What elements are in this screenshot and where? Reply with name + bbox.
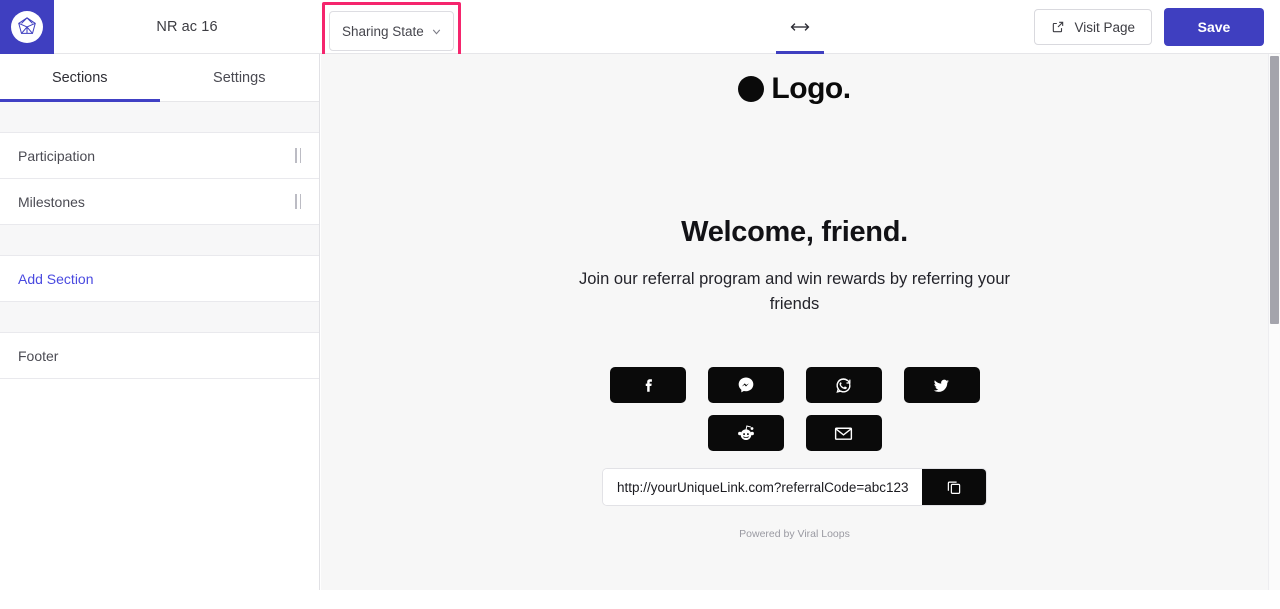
sidebar-spacer-mid [0,225,319,256]
sidebar-item-footer[interactable]: Footer [0,333,319,379]
black-circle-logo-mark-icon [738,76,765,102]
sidebar: Sections Settings Participation Mileston… [0,54,320,609]
powered-by-label: Powered by Viral Loops [739,528,850,540]
share-whatsapp-button[interactable] [805,367,882,403]
reddit-icon [737,425,754,440]
page-preview-canvas: Logo. Welcome, friend. Join our referral… [321,54,1268,590]
share-buttons-group [321,367,1268,451]
envelope-icon [834,427,853,440]
sidebar-empty-area [0,379,319,609]
sharing-state-annotation-box: Sharing State [322,2,461,60]
external-link-icon [1053,21,1064,33]
referral-link-row [321,468,1268,506]
whatsapp-icon [836,377,851,393]
sidebar-tabs: Sections Settings [0,54,319,102]
tab-sections[interactable]: Sections [0,54,160,102]
drag-handle-icon[interactable] [295,148,301,163]
referral-link-input[interactable] [603,469,922,505]
share-buttons-row-2 [321,415,1268,451]
preview-logo-text: Logo. [771,72,851,105]
sharing-state-select[interactable]: Sharing State [329,11,454,51]
share-messenger-button[interactable] [707,367,784,403]
responsive-width-toggle[interactable] [776,0,824,54]
chevron-down-icon [430,25,443,38]
top-toolbar: NR ac 16 Sharing State Visit Page Save [0,0,1280,60]
tab-sections-label: Sections [51,69,108,86]
canvas-scrollbar-thumb[interactable] [1270,56,1279,324]
sharing-state-label: Sharing State [342,23,424,39]
sidebar-item-milestones[interactable]: Milestones [0,179,319,225]
visit-page-button[interactable]: Visit Page [1034,9,1152,45]
messenger-icon [738,377,753,393]
toolbar-actions: Visit Page Save [1034,0,1264,54]
add-section-button[interactable]: Add Section [0,256,319,302]
horizontal-resize-arrows-icon [790,23,810,31]
copy-icon [947,481,961,494]
drag-handle-icon[interactable] [295,194,301,209]
facebook-icon [645,379,652,392]
copy-link-button[interactable] [922,469,986,505]
tab-settings[interactable]: Settings [160,54,320,101]
sidebar-spacer-top [0,102,319,133]
page-title: Welcome, friend. [681,216,908,248]
viral-loops-gem-logo-icon [11,10,43,43]
page-subtitle: Join our referral program and win reward… [578,270,1010,313]
sidebar-item-footer-label: Footer [18,347,59,364]
share-twitter-button[interactable] [903,367,980,403]
share-facebook-button[interactable] [609,367,686,403]
save-button[interactable]: Save [1164,8,1264,46]
save-label: Save [1197,19,1231,35]
sidebar-item-participation-label: Participation [18,147,96,164]
tab-settings-label: Settings [213,69,266,86]
referral-link-box [602,468,987,506]
project-title: NR ac 16 [156,18,218,35]
share-reddit-button[interactable] [707,415,784,451]
preview-logo: Logo. [321,54,1268,106]
sidebar-spacer-lower [0,302,319,333]
visit-page-label: Visit Page [1074,19,1135,35]
share-buttons-row-1 [321,367,1268,403]
add-section-label: Add Section [18,270,94,287]
canvas-scrollbar-track[interactable] [1268,54,1280,590]
sidebar-item-milestones-label: Milestones [18,193,85,210]
sidebar-item-participation[interactable]: Participation [0,133,319,179]
twitter-icon [933,379,950,392]
share-email-button[interactable] [805,415,882,451]
brand-logo-tile[interactable] [0,0,54,54]
